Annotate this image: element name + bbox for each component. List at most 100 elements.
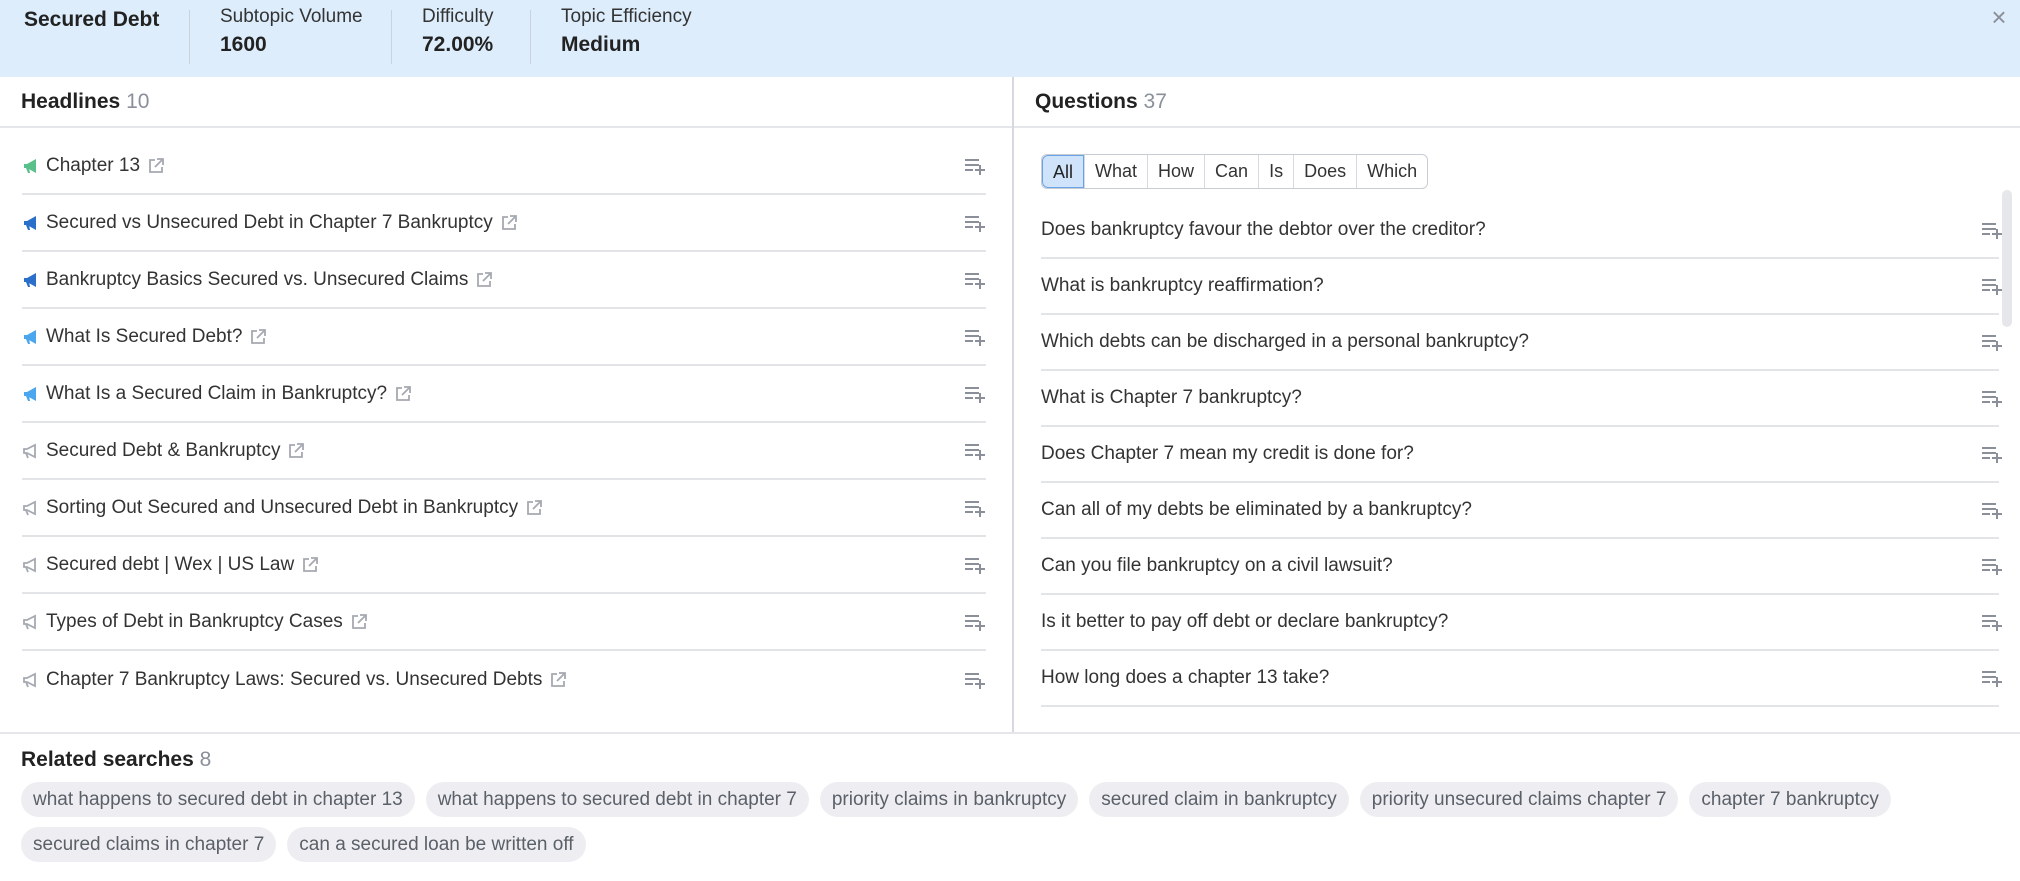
headline-text[interactable]: Secured debt | Wex | US Law: [46, 554, 294, 576]
headline-text[interactable]: Types of Debt in Bankruptcy Cases: [46, 611, 343, 633]
external-link-icon[interactable]: [476, 271, 493, 288]
stat-subtopic-volume: Subtopic Volume 1600: [189, 6, 391, 64]
related-search-chip[interactable]: priority unsecured claims chapter 7: [1359, 782, 1679, 817]
question-text[interactable]: Does bankruptcy favour the debtor over t…: [1041, 219, 1486, 241]
question-text[interactable]: Can all of my debts be eliminated by a b…: [1041, 499, 1472, 521]
related-search-chip[interactable]: what happens to secured debt in chapter …: [425, 782, 809, 817]
related-search-chip[interactable]: secured claims in chapter 7: [21, 827, 277, 862]
headline-text[interactable]: Chapter 13: [46, 155, 140, 177]
question-row: Can all of my debts be eliminated by a b…: [1041, 483, 2002, 539]
stat-value: 72.00%: [422, 33, 494, 56]
add-to-list-icon[interactable]: [1981, 333, 2003, 351]
headlines-title: Headlines: [21, 90, 121, 113]
stat-label: Difficulty: [422, 6, 494, 27]
question-text[interactable]: Is it better to pay off debt or declare …: [1041, 611, 1448, 633]
add-to-list-icon[interactable]: [964, 271, 986, 289]
related-search-chip[interactable]: can a secured loan be written off: [287, 827, 586, 862]
question-text[interactable]: Does Chapter 7 mean my credit is done fo…: [1041, 443, 1414, 465]
related-title: Related searches: [21, 748, 194, 771]
filter-is[interactable]: Is: [1258, 155, 1293, 188]
filter-what[interactable]: What: [1084, 155, 1147, 188]
question-text[interactable]: What is bankruptcy reaffirmation?: [1041, 275, 1324, 297]
add-to-list-icon[interactable]: [1981, 445, 2003, 463]
headlines-count: 10: [126, 90, 150, 113]
headline-text[interactable]: What Is a Secured Claim in Bankruptcy?: [46, 383, 387, 405]
headlines-panel: Headlines 10 Chapter 13 Secured vs Unsecu…: [0, 77, 1012, 732]
add-to-list-icon[interactable]: [1981, 613, 2003, 631]
add-to-list-icon[interactable]: [1981, 221, 2003, 239]
headline-row: Bankruptcy Basics Secured vs. Unsecured …: [22, 252, 986, 309]
headline-text[interactable]: Secured vs Unsecured Debt in Chapter 7 B…: [46, 212, 493, 234]
external-link-icon[interactable]: [302, 556, 319, 573]
related-search-chip[interactable]: what happens to secured debt in chapter …: [21, 782, 415, 817]
questions-list: Does bankruptcy favour the debtor over t…: [1041, 203, 2002, 707]
questions-header: Questions 37: [1014, 77, 2020, 128]
megaphone-icon: [22, 272, 38, 288]
external-link-icon[interactable]: [395, 385, 411, 402]
stat-label: Topic Efficiency: [561, 6, 692, 27]
headline-row: What Is Secured Debt?: [22, 309, 986, 366]
headline-row: Chapter 7 Bankruptcy Laws: Secured vs. U…: [22, 651, 986, 708]
headline-row: Secured Debt & Bankruptcy: [22, 423, 986, 480]
megaphone-icon: [22, 557, 38, 573]
megaphone-icon: [22, 329, 38, 345]
add-to-list-icon[interactable]: [964, 671, 986, 689]
question-row: Can you file bankruptcy on a civil lawsu…: [1041, 539, 2002, 595]
related-search-chip[interactable]: priority claims in bankruptcy: [819, 782, 1079, 817]
external-link-icon[interactable]: [526, 499, 543, 516]
add-to-list-icon[interactable]: [964, 556, 986, 574]
questions-scrollbar[interactable]: [2002, 190, 2012, 327]
add-to-list-icon[interactable]: [964, 157, 986, 175]
headline-row: Chapter 13: [22, 138, 986, 195]
add-to-list-icon[interactable]: [1981, 557, 2003, 575]
related-search-chip[interactable]: secured claim in bankruptcy: [1089, 782, 1349, 817]
add-to-list-icon[interactable]: [964, 328, 986, 346]
headline-row: What Is a Secured Claim in Bankruptcy?: [22, 366, 986, 423]
related-search-chip[interactable]: chapter 7 bankruptcy: [1689, 782, 1891, 817]
megaphone-icon: [22, 614, 38, 630]
question-row: What is Chapter 7 bankruptcy?: [1041, 371, 2002, 427]
add-to-list-icon[interactable]: [1981, 501, 2003, 519]
question-text[interactable]: Which debts can be discharged in a perso…: [1041, 331, 1529, 353]
filter-which[interactable]: Which: [1356, 155, 1427, 188]
filter-how[interactable]: How: [1147, 155, 1204, 188]
add-to-list-icon[interactable]: [964, 613, 986, 631]
stat-label: Subtopic Volume: [220, 6, 363, 27]
megaphone-icon: [22, 386, 38, 402]
external-link-icon[interactable]: [501, 214, 517, 231]
filter-does[interactable]: Does: [1293, 155, 1356, 188]
question-text[interactable]: How long does a chapter 13 take?: [1041, 667, 1329, 689]
headline-text[interactable]: Bankruptcy Basics Secured vs. Unsecured …: [46, 269, 468, 291]
headline-text[interactable]: Secured Debt & Bankruptcy: [46, 440, 280, 462]
headline-row: Secured debt | Wex | US Law: [22, 537, 986, 594]
headline-text[interactable]: Chapter 7 Bankruptcy Laws: Secured vs. U…: [46, 669, 542, 691]
external-link-icon[interactable]: [288, 442, 305, 459]
headlines-header: Headlines 10: [0, 77, 1012, 128]
questions-count: 37: [1143, 90, 1167, 113]
question-text[interactable]: What is Chapter 7 bankruptcy?: [1041, 387, 1302, 409]
add-to-list-icon[interactable]: [964, 385, 986, 403]
stat-value: 1600: [220, 33, 267, 56]
external-link-icon[interactable]: [250, 328, 267, 345]
filter-can[interactable]: Can: [1204, 155, 1258, 188]
add-to-list-icon[interactable]: [1981, 277, 2003, 295]
close-icon[interactable]: ×: [1988, 4, 2010, 30]
external-link-icon[interactable]: [148, 157, 164, 174]
filter-all[interactable]: All: [1042, 155, 1085, 188]
add-to-list-icon[interactable]: [1981, 669, 2003, 687]
megaphone-icon: [22, 672, 38, 688]
headline-text[interactable]: Sorting Out Secured and Unsecured Debt i…: [46, 497, 518, 519]
add-to-list-icon[interactable]: [964, 442, 986, 460]
external-link-icon[interactable]: [550, 671, 567, 688]
question-row: Is it better to pay off debt or declare …: [1041, 595, 2002, 651]
add-to-list-icon[interactable]: [1981, 389, 2003, 407]
headline-text[interactable]: What Is Secured Debt?: [46, 326, 242, 348]
add-to-list-icon[interactable]: [964, 214, 986, 232]
add-to-list-icon[interactable]: [964, 499, 986, 517]
question-filter-group: All What How Can Is Does Which: [1041, 154, 1429, 189]
external-link-icon[interactable]: [351, 613, 367, 630]
headlines-list: Chapter 13 Secured vs Unsecured Debt in C…: [0, 138, 1012, 708]
questions-title: Questions: [1035, 90, 1138, 113]
related-header: Related searches 8: [0, 734, 2020, 772]
question-text[interactable]: Can you file bankruptcy on a civil lawsu…: [1041, 555, 1393, 577]
